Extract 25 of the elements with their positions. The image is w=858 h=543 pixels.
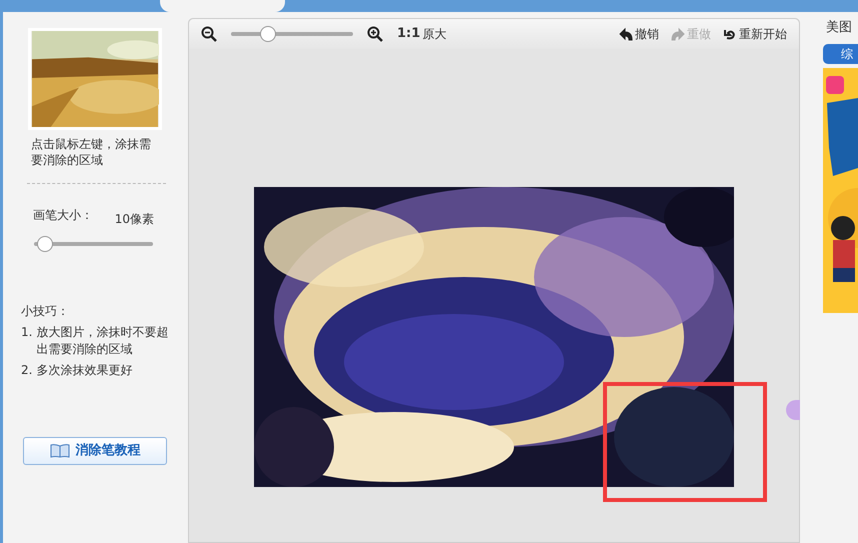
undo-button[interactable]: 撤销: [619, 25, 659, 43]
tip-text: 多次涂抹效果更好: [36, 362, 132, 379]
restart-icon: [723, 27, 737, 41]
instruction-text: 点击鼠标左键，涂抹需要消除的区域: [31, 136, 152, 168]
redo-icon: [671, 27, 685, 41]
undo-icon: [619, 27, 633, 41]
zoom-slider[interactable]: [231, 26, 353, 42]
actual-size-button[interactable]: 1:1 原大: [397, 24, 446, 44]
brush-size-label: 画笔大小：: [33, 207, 93, 224]
tip-text: 放大图片，涂抹时不要超出需要消除的区域: [36, 324, 170, 358]
book-icon: [50, 444, 70, 458]
panel-title: 美图: [826, 19, 853, 37]
side-handle[interactable]: [786, 400, 800, 420]
list-number: 2.: [21, 362, 32, 379]
tutorial-button[interactable]: 消除笔教程: [23, 437, 167, 465]
brush-size-slider[interactable]: [34, 236, 153, 252]
zoom-out-icon[interactable]: [201, 26, 217, 42]
category-tab[interactable]: 综: [823, 44, 858, 64]
slider-thumb[interactable]: [260, 26, 276, 42]
zoom-in-icon[interactable]: [367, 26, 383, 42]
tips-heading: 小技巧：: [21, 303, 70, 320]
list-number: 1.: [21, 324, 32, 341]
slider-thumb[interactable]: [36, 236, 53, 252]
restart-button[interactable]: 重新开始: [723, 25, 787, 43]
brush-size-value: 10像素: [114, 211, 154, 228]
